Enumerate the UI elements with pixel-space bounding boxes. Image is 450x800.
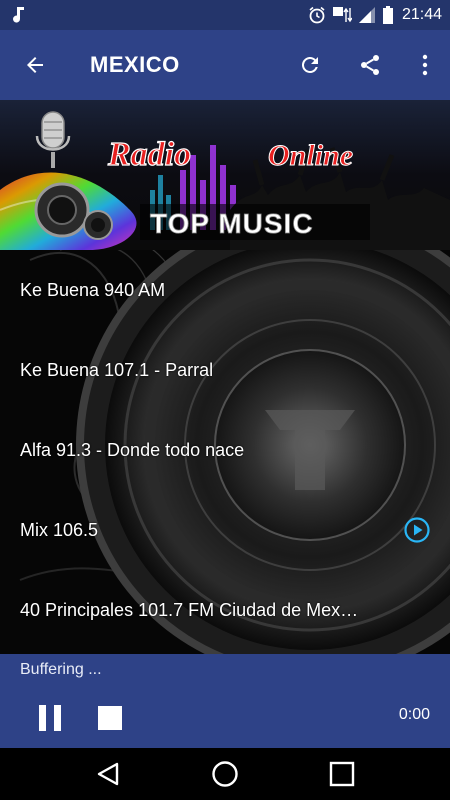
share-icon (361, 55, 379, 75)
banner-radio-text: Radio (107, 136, 191, 173)
station-list-area: Radio Online TOP MUSIC Ke Buena 940 AM Ke… (0, 100, 450, 654)
station-list: Ke Buena 940 AM Ke Buena 107.1 - Parral Al… (0, 250, 450, 650)
share-button[interactable] (340, 30, 400, 100)
page-title: MEXICO (90, 52, 180, 77)
network-4g-icon (332, 6, 352, 24)
triangle-back-icon (98, 762, 119, 786)
music-note-icon (8, 4, 30, 26)
status-icons: 21:44 (308, 6, 442, 24)
nav-home-button[interactable] (200, 749, 250, 799)
system-navigation-bar (0, 748, 450, 800)
status-bar: 21:44 (0, 0, 450, 30)
station-name: Ke Buena 940 AM (20, 279, 166, 300)
station-row[interactable]: Mix 106.5 (0, 490, 450, 570)
station-row[interactable]: Ke Buena 107.1 - Parral (0, 330, 450, 410)
pause-button[interactable] (30, 698, 70, 738)
station-row[interactable]: 40 Principales 101.7 FM Ciudad de Mex… (0, 570, 450, 650)
player-bar: Buffering ... 0:00 (0, 654, 450, 748)
stop-icon (98, 706, 122, 730)
station-name: 40 Principales 101.7 FM Ciudad de Mex… (20, 599, 359, 620)
circle-home-icon (212, 761, 238, 787)
banner-top-music-text: TOP MUSIC (150, 208, 314, 239)
station-name: Alfa 91.3 - Donde todo nace (20, 439, 245, 460)
station-row[interactable]: Ke Buena 940 AM (0, 250, 450, 330)
elapsed-time: 0:00 (398, 706, 430, 723)
back-button[interactable] (0, 30, 70, 100)
pause-icon (39, 705, 61, 731)
more-vert-icon (422, 54, 428, 76)
player-status: Buffering ... (20, 661, 102, 678)
toolbar: MEXICO (0, 30, 450, 100)
square-recents-icon (329, 761, 354, 787)
station-name: Ke Buena 107.1 - Parral (20, 359, 214, 380)
signal-icon (358, 6, 376, 24)
play-circle-icon[interactable] (404, 517, 430, 543)
battery-icon (382, 6, 394, 24)
station-name: Mix 106.5 (20, 519, 99, 540)
more-options-button[interactable] (400, 30, 450, 100)
banner-online-text: Online (268, 139, 353, 172)
alarm-icon (308, 6, 326, 24)
stop-button[interactable] (90, 698, 130, 738)
station-row[interactable]: Alfa 91.3 - Donde todo nace (0, 410, 450, 490)
refresh-icon (301, 56, 318, 73)
nav-back-button[interactable] (83, 749, 133, 799)
radio-online-banner: Radio Online TOP MUSIC (0, 100, 450, 250)
arrow-back-icon (27, 57, 43, 73)
nav-recents-button[interactable] (317, 749, 367, 799)
clock-time: 21:44 (401, 6, 442, 23)
refresh-button[interactable] (280, 30, 340, 100)
